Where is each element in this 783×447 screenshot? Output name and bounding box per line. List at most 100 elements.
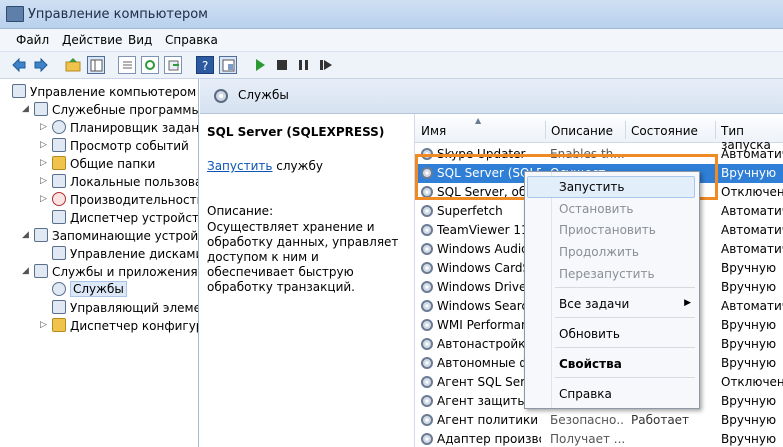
service-startup-cell: Вручную	[721, 394, 777, 408]
properties-icon[interactable]	[118, 56, 136, 74]
service-description-cell: Безопасно...	[550, 413, 624, 427]
service-gear-icon	[421, 281, 433, 293]
service-gear-icon	[421, 395, 433, 407]
submenu-arrow-icon: ▶	[684, 298, 691, 308]
console-tree-icon[interactable]	[87, 56, 105, 74]
storage-icon	[34, 228, 48, 242]
menu-bar: Файл Действие Вид Справка	[0, 29, 783, 52]
menu-item-properties[interactable]: Свойства	[559, 357, 622, 371]
pause-icon[interactable]	[295, 56, 313, 74]
menu-action[interactable]: Действие	[62, 33, 122, 47]
event-viewer-icon	[52, 138, 66, 152]
service-description-cell: Получает ...	[550, 432, 624, 446]
clock-icon	[52, 120, 66, 134]
console-tree: Управление компьютером (л ◢ Служебные пр…	[0, 79, 199, 447]
svg-text:?: ?	[202, 59, 208, 73]
service-row[interactable]: Агент политики IPsec Безопасно... Работает…	[415, 411, 783, 430]
service-row[interactable]: Адаптер производител Получает ... Вручную	[415, 430, 783, 447]
tree-expand-icon[interactable]: ▷	[40, 122, 47, 132]
stop-icon[interactable]	[273, 56, 291, 74]
tree-expand-icon[interactable]: ◢	[22, 230, 29, 240]
menu-item-all-tasks[interactable]: Все задачи	[559, 297, 629, 311]
service-gear-icon	[421, 338, 433, 350]
column-header-name[interactable]: Имя	[421, 124, 446, 138]
tree-expand-icon[interactable]: ▷	[40, 140, 47, 150]
window-title: Управление компьютером	[28, 7, 208, 22]
users-icon	[52, 174, 66, 188]
menu-item-pause[interactable]: Приостановить	[559, 223, 656, 237]
menu-file[interactable]: Файл	[16, 33, 49, 47]
column-header-state[interactable]: Состояние	[631, 124, 698, 138]
performance-icon	[52, 192, 66, 206]
service-gear-icon	[421, 300, 433, 312]
tree-expand-icon[interactable]: ▷	[40, 194, 47, 204]
service-startup-cell: Вручную	[721, 318, 777, 332]
title-bar: Управление компьютером	[0, 0, 783, 29]
menu-item-start[interactable]: Запустить	[559, 180, 624, 194]
back-icon[interactable]	[10, 56, 28, 74]
services-apps-icon	[34, 264, 48, 278]
computer-icon	[12, 84, 26, 98]
service-name: SQL Server (SQLEXPRESS)	[207, 125, 385, 139]
tree-expand-icon[interactable]: ◢	[22, 104, 29, 114]
service-gear-icon	[421, 433, 433, 445]
menu-view[interactable]: Вид	[128, 33, 152, 47]
wmi-icon	[52, 300, 66, 314]
service-startup-cell: Вручную	[721, 280, 777, 294]
shared-folder-icon	[52, 156, 66, 170]
view-icon[interactable]	[219, 56, 237, 74]
play-icon[interactable]	[251, 56, 269, 74]
forward-icon[interactable]	[32, 56, 50, 74]
service-startup-cell: Отключена	[721, 185, 783, 199]
service-startup-cell: Вручную	[721, 432, 777, 446]
refresh-icon[interactable]	[141, 56, 159, 74]
restart-icon[interactable]	[317, 56, 335, 74]
sort-up-icon: ▲	[475, 116, 482, 125]
up-folder-icon[interactable]	[64, 56, 82, 74]
help-icon[interactable]: ?	[196, 56, 214, 74]
tools-icon	[34, 102, 48, 116]
services-gear-icon	[214, 89, 228, 103]
menu-item-refresh[interactable]: Обновить	[559, 327, 620, 341]
export-icon[interactable]	[164, 56, 182, 74]
menu-item-help[interactable]: Справка	[559, 387, 612, 401]
tree-expand-icon[interactable]: ▷	[40, 158, 47, 168]
service-gear-icon	[421, 414, 433, 426]
service-startup-cell: Отключена	[721, 375, 783, 389]
sql-config-icon	[52, 318, 66, 332]
service-startup-cell: Автоматич	[721, 223, 783, 237]
service-gear-icon	[421, 376, 433, 388]
service-startup-cell: Автоматич	[721, 204, 783, 218]
description-label: Описание:	[207, 204, 274, 218]
service-state-cell: Работает	[631, 413, 690, 427]
service-startup-cell: Автоматич	[721, 242, 783, 256]
service-startup-cell: Автоматич	[721, 299, 783, 313]
start-service-link[interactable]: Запустить	[207, 159, 272, 173]
service-gear-icon	[421, 262, 433, 274]
start-service-line: Запустить службу	[207, 159, 323, 173]
service-name-cell: Агент политики IPsec	[437, 413, 541, 427]
service-startup-cell: Вручную	[721, 337, 777, 351]
column-header-description[interactable]: Описание	[551, 124, 613, 138]
menu-item-resume[interactable]: Продолжить	[559, 245, 639, 259]
service-startup-cell: Вручную	[721, 356, 777, 370]
context-menu: Запустить Остановить Приостановить Продо…	[524, 171, 700, 409]
services-gear-icon	[52, 282, 66, 296]
menu-item-restart[interactable]: Перезапустить	[559, 267, 655, 281]
service-startup-cell: Автоматич	[721, 147, 783, 161]
service-startup-cell: Вручную	[721, 413, 777, 427]
menu-item-stop[interactable]: Остановить	[559, 202, 634, 216]
device-manager-icon	[52, 210, 66, 224]
service-gear-icon	[421, 357, 433, 369]
service-gear-icon	[421, 243, 433, 255]
menu-help[interactable]: Справка	[165, 33, 218, 47]
tree-expand-icon[interactable]: ◢	[22, 266, 29, 276]
start-service-suffix: службу	[272, 159, 323, 173]
service-startup-cell: Вручную	[721, 166, 777, 180]
services-header-title: Службы	[238, 88, 289, 102]
tree-expand-icon[interactable]: ▷	[40, 320, 47, 330]
disk-icon	[52, 246, 66, 260]
column-header-row: Имя ▲ Описание Состояние Тип запуска	[415, 116, 783, 152]
tree-expand-icon[interactable]: ▷	[40, 176, 47, 186]
services-header: Службы	[200, 79, 783, 114]
